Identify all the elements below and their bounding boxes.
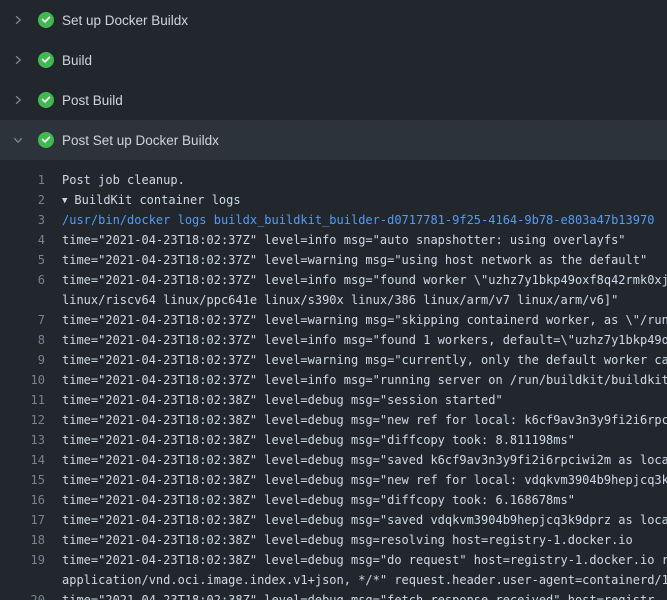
section-title: Post Set up Docker Buildx <box>62 133 219 148</box>
log-line: 14 time="2021-04-23T18:02:38Z" level=deb… <box>0 450 667 470</box>
log-line: 1 Post job cleanup. <box>0 170 667 190</box>
section-title: Build <box>62 53 92 68</box>
log-line: 16 time="2021-04-23T18:02:38Z" level=deb… <box>0 490 667 510</box>
line-number[interactable]: 15 <box>0 470 45 490</box>
log-text: time="2021-04-23T18:02:38Z" level=debug … <box>45 510 667 530</box>
line-number[interactable]: 18 <box>0 530 45 550</box>
log-text: time="2021-04-23T18:02:37Z" level=info m… <box>45 270 667 290</box>
log-command-line: 3 /usr/bin/docker logs buildx_buildkit_b… <box>0 210 667 230</box>
log-line-continuation: application/vnd.oci.image.index.v1+json,… <box>0 570 667 590</box>
line-number[interactable]: 3 <box>0 210 45 230</box>
section-list: Set up Docker Buildx Build <box>0 0 667 600</box>
log-text: time="2021-04-23T18:02:38Z" level=debug … <box>45 550 667 570</box>
line-number[interactable]: 20 <box>0 590 45 600</box>
log-text: time="2021-04-23T18:02:37Z" level=warnin… <box>45 310 667 330</box>
line-number[interactable]: 17 <box>0 510 45 530</box>
log-section: Set up Docker Buildx <box>0 0 667 40</box>
line-number[interactable]: 7 <box>0 310 45 330</box>
log-text: time="2021-04-23T18:02:38Z" level=debug … <box>45 390 667 410</box>
log-text: time="2021-04-23T18:02:37Z" level=warnin… <box>45 350 667 370</box>
log-section: Post Build <box>0 80 667 120</box>
log-text: time="2021-04-23T18:02:37Z" level=warnin… <box>45 250 667 270</box>
log-line: 6 time="2021-04-23T18:02:37Z" level=info… <box>0 270 667 290</box>
section-header-post-set-up-docker-buildx[interactable]: Post Set up Docker Buildx <box>0 120 667 160</box>
line-number <box>0 570 45 590</box>
log-line: 19 time="2021-04-23T18:02:38Z" level=deb… <box>0 550 667 570</box>
actions-log-viewer: Set up Docker Buildx Build <box>0 0 667 600</box>
line-number[interactable]: 1 <box>0 170 45 190</box>
chevron-right-icon[interactable] <box>12 94 24 106</box>
section-title: Set up Docker Buildx <box>62 13 188 28</box>
log-line: 15 time="2021-04-23T18:02:38Z" level=deb… <box>0 470 667 490</box>
line-number[interactable]: 11 <box>0 390 45 410</box>
log-line: 20 time="2021-04-23T18:02:38Z" level=deb… <box>0 590 667 600</box>
check-circle-icon <box>38 12 54 28</box>
chevron-right-icon[interactable] <box>12 54 24 66</box>
log-text: time="2021-04-23T18:02:38Z" level=debug … <box>45 590 667 600</box>
log-text: Post job cleanup. <box>45 170 667 190</box>
section-header-set-up-docker-buildx[interactable]: Set up Docker Buildx <box>0 0 667 40</box>
log-text: time="2021-04-23T18:02:38Z" level=debug … <box>45 450 667 470</box>
check-circle-icon <box>38 132 54 148</box>
line-number[interactable]: 14 <box>0 450 45 470</box>
line-number[interactable]: 13 <box>0 430 45 450</box>
log-group-label[interactable]: BuildKit container logs <box>74 193 240 207</box>
line-number[interactable]: 10 <box>0 370 45 390</box>
line-number[interactable]: 9 <box>0 350 45 370</box>
log-text: time="2021-04-23T18:02:38Z" level=debug … <box>45 530 667 550</box>
section-header-build[interactable]: Build <box>0 40 667 80</box>
log-line: 5 time="2021-04-23T18:02:37Z" level=warn… <box>0 250 667 270</box>
check-circle-icon <box>38 52 54 68</box>
log-section: Post Set up Docker Buildx 1 Post job cle… <box>0 120 667 600</box>
log-line: 13 time="2021-04-23T18:02:38Z" level=deb… <box>0 430 667 450</box>
log-text: time="2021-04-23T18:02:37Z" level=info m… <box>45 370 667 390</box>
log-line: 8 time="2021-04-23T18:02:37Z" level=info… <box>0 330 667 350</box>
section-header-post-build[interactable]: Post Build <box>0 80 667 120</box>
log-text: time="2021-04-23T18:02:38Z" level=debug … <box>45 470 667 490</box>
line-number[interactable]: 6 <box>0 270 45 290</box>
log-line: 7 time="2021-04-23T18:02:37Z" level=warn… <box>0 310 667 330</box>
chevron-down-icon[interactable] <box>12 134 24 146</box>
check-circle-icon <box>38 92 54 108</box>
log-line: 4 time="2021-04-23T18:02:37Z" level=info… <box>0 230 667 250</box>
line-number[interactable]: 8 <box>0 330 45 350</box>
line-number[interactable]: 4 <box>0 230 45 250</box>
log-text: application/vnd.oci.image.index.v1+json,… <box>45 570 667 590</box>
log-text: time="2021-04-23T18:02:38Z" level=debug … <box>45 410 667 430</box>
log-text: time="2021-04-23T18:02:37Z" level=info m… <box>45 330 667 350</box>
line-number[interactable]: 5 <box>0 250 45 270</box>
log-group-line: 2 ▼ BuildKit container logs <box>0 190 667 210</box>
section-title: Post Build <box>62 93 123 108</box>
log-line-continuation: linux/riscv64 linux/ppc641e linux/s390x … <box>0 290 667 310</box>
section-log-body: 1 Post job cleanup. 2 ▼ BuildKit containe… <box>0 160 667 600</box>
log-line: 18 time="2021-04-23T18:02:38Z" level=deb… <box>0 530 667 550</box>
line-number[interactable]: 2 <box>0 190 45 210</box>
line-number[interactable]: 16 <box>0 490 45 510</box>
log-line: 10 time="2021-04-23T18:02:37Z" level=inf… <box>0 370 667 390</box>
log-line: 17 time="2021-04-23T18:02:38Z" level=deb… <box>0 510 667 530</box>
log-text: time="2021-04-23T18:02:38Z" level=debug … <box>45 430 667 450</box>
line-number <box>0 290 45 310</box>
group-expand-icon[interactable]: ▼ <box>62 191 67 210</box>
log-text: time="2021-04-23T18:02:37Z" level=info m… <box>45 230 667 250</box>
log-line: 12 time="2021-04-23T18:02:38Z" level=deb… <box>0 410 667 430</box>
log-text: /usr/bin/docker logs buildx_buildkit_bui… <box>45 210 667 230</box>
log-text: linux/riscv64 linux/ppc641e linux/s390x … <box>45 290 667 310</box>
log-text: ▼ BuildKit container logs <box>45 190 667 210</box>
log-line: 9 time="2021-04-23T18:02:37Z" level=warn… <box>0 350 667 370</box>
line-number[interactable]: 19 <box>0 550 45 570</box>
log-section: Build <box>0 40 667 80</box>
chevron-right-icon[interactable] <box>12 14 24 26</box>
log-line: 11 time="2021-04-23T18:02:38Z" level=deb… <box>0 390 667 410</box>
line-number[interactable]: 12 <box>0 410 45 430</box>
log-text: time="2021-04-23T18:02:38Z" level=debug … <box>45 490 667 510</box>
